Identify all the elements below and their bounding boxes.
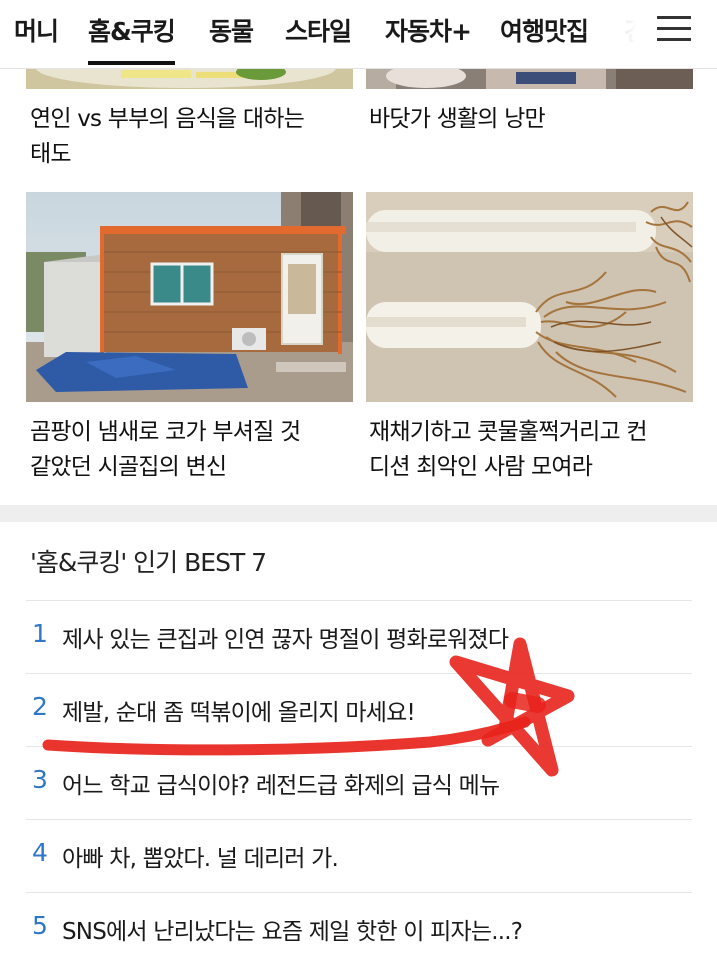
- card-caption-text: 재채기하고 콧물훌쩍거리고 컨 디션 최악인 사람 모여라: [369, 419, 648, 480]
- rank-number: 5: [32, 911, 48, 940]
- card-caption-text: 바닷가 생활의 낭만: [369, 106, 546, 132]
- tab-money[interactable]: 머니: [14, 12, 59, 48]
- rank-number: 1: [32, 619, 48, 648]
- tab-animals[interactable]: 동물: [209, 12, 254, 48]
- top-navigation: 머니 홈&쿠킹 동물 스타일 자동차+ 여행맛집 건: [0, 0, 717, 69]
- food-plate-image: [26, 68, 353, 89]
- best-list-item[interactable]: 5 SNS에서 난리났다는 요즘 제일 핫한 이 피자는...?: [26, 892, 692, 965]
- tab-auto[interactable]: 자동차+: [385, 12, 472, 48]
- menu-button[interactable]: [648, 0, 717, 67]
- card-thumbnail-house[interactable]: [26, 192, 353, 402]
- tab-travel-food[interactable]: 여행맛집: [500, 12, 589, 48]
- card-caption-text: 연인 vs 부부의 음식을 대하는 태도: [30, 106, 305, 167]
- best-item-title: SNS에서 난리났다는 요즘 제일 핫한 이 피자는...?: [62, 919, 523, 945]
- card-caption[interactable]: 곰팡이 냄새로 코가 부셔질 것 같았던 시골집의 변신: [30, 415, 350, 485]
- best-list-item[interactable]: 3 어느 학교 급식이야? 레전드급 화제의 급식 메뉴: [26, 746, 692, 819]
- seaside-image: [366, 68, 693, 89]
- nav-fade: [608, 0, 648, 67]
- best-list-item[interactable]: 4 아빠 차, 뽑았다. 널 데리러 가.: [26, 819, 692, 892]
- card-caption[interactable]: 바닷가 생활의 낭만: [369, 102, 679, 137]
- card-thumbnail-green-onion[interactable]: [366, 192, 693, 402]
- card-thumbnail-seaside[interactable]: [366, 68, 693, 89]
- best-list-item[interactable]: 2 제발, 순대 좀 떡볶이에 올리지 마세요!: [26, 673, 692, 746]
- rank-number: 4: [32, 838, 48, 867]
- card-caption[interactable]: 재채기하고 콧물훌쩍거리고 컨 디션 최악인 사람 모여라: [369, 415, 689, 485]
- tab-home-cooking[interactable]: 홈&쿠킹: [88, 12, 176, 65]
- best-item-title: 제발, 순대 좀 떡볶이에 올리지 마세요!: [62, 700, 416, 726]
- tab-style[interactable]: 스타일: [285, 12, 352, 48]
- card-caption-text: 곰팡이 냄새로 코가 부셔질 것 같았던 시골집의 변신: [30, 419, 301, 480]
- best-list-item[interactable]: 1 제사 있는 큰집과 인연 끊자 명절이 평화로워졌다: [26, 600, 692, 673]
- country-house-image: [26, 192, 353, 402]
- rank-number: 3: [32, 765, 48, 794]
- best-section-title: '홈&쿠킹' 인기 BEST 7: [30, 548, 267, 577]
- best-item-title: 제사 있는 큰집과 인연 끊자 명절이 평화로워졌다: [62, 627, 509, 653]
- rank-number: 2: [32, 692, 48, 721]
- green-onion-image: [366, 192, 693, 402]
- card-caption[interactable]: 연인 vs 부부의 음식을 대하는 태도: [30, 102, 340, 172]
- section-divider: [0, 505, 717, 522]
- card-thumbnail-food[interactable]: [26, 68, 353, 89]
- best-item-title: 아빠 차, 뽑았다. 널 데리러 가.: [62, 846, 339, 872]
- best-item-title: 어느 학교 급식이야? 레전드급 화제의 급식 메뉴: [62, 773, 500, 799]
